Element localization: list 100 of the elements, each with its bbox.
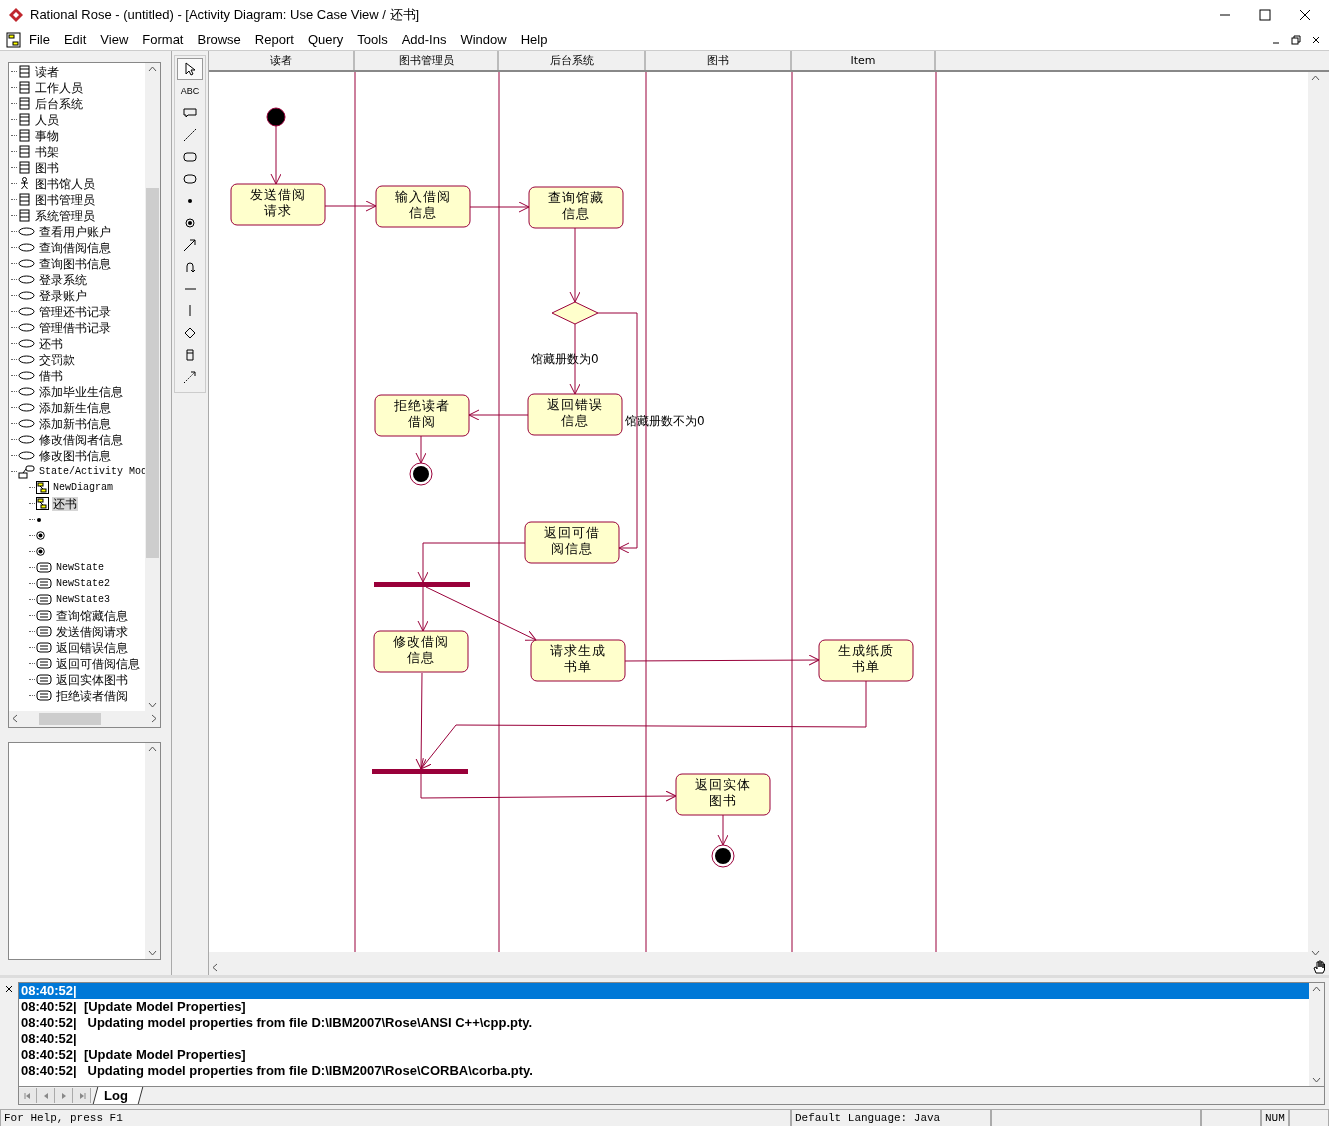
tree-item[interactable]: 还书 (38, 336, 64, 351)
scrollbar[interactable] (1309, 983, 1324, 1086)
hand-icon[interactable] (1312, 960, 1326, 975)
tree-item[interactable]: 图书 (34, 160, 60, 175)
log-line[interactable]: 08:40:52| [Update Model Properties] (19, 1047, 1309, 1064)
close-icon[interactable] (1299, 9, 1311, 21)
document-icon[interactable] (6, 31, 22, 48)
tree-item[interactable]: 添加新书信息 (38, 416, 112, 431)
close-icon[interactable] (4, 984, 14, 995)
menu-item[interactable]: Edit (56, 32, 94, 48)
tree-item[interactable]: 工作人员 (34, 80, 84, 95)
first-page-button[interactable] (19, 1088, 37, 1103)
tree-item[interactable]: 后台系统 (34, 96, 84, 111)
menu-item[interactable]: File (22, 32, 57, 48)
chevron-right-icon[interactable] (151, 714, 157, 724)
tree-item[interactable]: 管理还书记录 (38, 304, 112, 319)
tree-item[interactable]: 事物 (34, 128, 60, 143)
tree-item[interactable]: 添加毕业生信息 (38, 384, 124, 399)
scrollbar-thumb[interactable] (146, 187, 159, 558)
log-tab[interactable]: Log (92, 1087, 144, 1104)
log-line[interactable]: 08:40:52| [Update Model Properties] (19, 999, 1309, 1016)
menu-item[interactable]: View (93, 32, 136, 48)
tree-item[interactable]: 返回可借阅信息 (55, 656, 141, 671)
last-page-button[interactable] (73, 1088, 91, 1103)
activity-node[interactable]: 请求生成 书单 (530, 639, 626, 682)
tree-item[interactable]: 系统管理员 (34, 208, 96, 223)
activity-node[interactable]: 查询馆藏 信息 (528, 186, 624, 229)
activity-node[interactable]: 返回可借 阅信息 (524, 521, 620, 564)
text-tool[interactable]: ABC (177, 79, 203, 102)
swimlane-header[interactable]: 读者 (209, 50, 355, 70)
tree-item[interactable]: NewState2 (55, 576, 111, 591)
tree-item[interactable]: 图书馆人员 (34, 176, 96, 191)
activity-node[interactable]: 生成纸质 书单 (818, 639, 914, 682)
menu-item[interactable]: Add-Ins (394, 32, 454, 48)
activity-node[interactable]: 返回实体 图书 (675, 773, 771, 816)
chevron-up-icon[interactable] (148, 65, 157, 72)
chevron-down-icon[interactable] (148, 701, 157, 708)
tree-item[interactable]: 登录账户 (38, 288, 88, 303)
menu-item[interactable]: Window (453, 32, 514, 48)
scrollbar[interactable] (9, 710, 160, 727)
tree-item[interactable]: 查询借阅信息 (38, 240, 112, 255)
activity-node[interactable]: 输入借阅 信息 (375, 185, 471, 228)
tree-item[interactable]: 还书 (52, 496, 78, 511)
activity-node[interactable]: 修改借阅 信息 (373, 630, 469, 673)
chevron-down-icon[interactable] (1312, 1077, 1321, 1083)
tree-item[interactable]: 借书 (38, 368, 64, 383)
tool-button[interactable] (177, 57, 203, 80)
menu-item[interactable]: Report (247, 32, 301, 48)
menu-item[interactable]: Tools (350, 32, 395, 48)
chevron-left-icon[interactable] (12, 714, 18, 724)
chevron-up-icon[interactable] (1312, 986, 1321, 993)
tree-item[interactable]: 查看用户账户 (38, 224, 112, 239)
tree-item[interactable]: 查询馆藏信息 (55, 608, 129, 623)
swimlane-header[interactable]: 图书 (646, 50, 792, 70)
menu-item[interactable]: Format (135, 32, 191, 48)
scrollbar-thumb[interactable] (39, 712, 101, 725)
tree-item[interactable]: 返回实体图书 (55, 672, 129, 687)
tree-item[interactable]: 人员 (34, 112, 60, 127)
scrollbar[interactable] (145, 62, 160, 711)
log-line[interactable]: 08:40:52| (19, 1031, 1309, 1048)
tree-item[interactable]: NewState (55, 560, 105, 575)
restore-icon[interactable] (1291, 34, 1301, 45)
menu-item[interactable]: Query (300, 32, 351, 48)
tree-item[interactable]: 发送借阅请求 (55, 624, 129, 639)
tree-item[interactable]: 书架 (34, 144, 60, 159)
scrollbar[interactable] (145, 742, 160, 959)
tree-item[interactable]: NewState3 (55, 592, 111, 607)
activity-node[interactable]: 发送借阅 请求 (230, 183, 326, 226)
chevron-down-icon[interactable] (148, 949, 157, 956)
next-page-button[interactable] (55, 1088, 73, 1103)
swimlane-header[interactable]: 后台系统 (499, 50, 646, 70)
prev-page-button[interactable] (37, 1088, 55, 1103)
activity-node[interactable]: 返回错误 信息 (527, 393, 623, 436)
tree-item[interactable]: 读者 (34, 64, 60, 79)
diamond-icon (183, 325, 197, 340)
class-icon (18, 209, 31, 223)
close-icon[interactable] (1311, 34, 1321, 45)
chevron-up-icon[interactable] (1311, 74, 1320, 81)
swimlane-header[interactable]: 图书管理员 (355, 50, 499, 70)
tree-item[interactable]: 交罚款 (38, 352, 76, 367)
tree-item[interactable]: 查询图书信息 (38, 256, 112, 271)
chevron-down-icon[interactable] (1311, 950, 1320, 957)
tree-item[interactable]: 登录系统 (38, 272, 88, 287)
chevron-left-icon[interactable] (212, 962, 218, 972)
swimlane-header[interactable]: Item (792, 50, 936, 70)
activity-node[interactable]: 拒绝读者 借阅 (374, 394, 470, 437)
tree-item[interactable]: 管理借书记录 (38, 320, 112, 335)
log-line[interactable]: 08:40:52| Updating model properties from file D:\IBM2007\Rose\CORBA\corba.pty. (19, 1063, 1309, 1080)
menu-item[interactable]: Help (513, 32, 555, 48)
tree-item[interactable]: 返回错误信息 (55, 640, 129, 655)
tree-item[interactable]: 拒绝读者借阅 (55, 688, 129, 703)
tree-item[interactable]: 添加新生信息 (38, 400, 112, 415)
maximize-icon[interactable] (1259, 9, 1271, 21)
tree-item[interactable]: NewDiagram (52, 480, 114, 495)
tree-item[interactable]: 修改图书信息 (38, 448, 112, 463)
menu-item[interactable]: Browse (190, 32, 248, 48)
tree-item[interactable]: 修改借阅者信息 (38, 432, 124, 447)
tree-item[interactable]: 图书管理员 (34, 192, 96, 207)
chevron-up-icon[interactable] (148, 745, 157, 752)
log-line[interactable]: 08:40:52| Updating model properties from file D:\IBM2007\Rose\ANSI C++\cpp.pty. (19, 1015, 1309, 1032)
